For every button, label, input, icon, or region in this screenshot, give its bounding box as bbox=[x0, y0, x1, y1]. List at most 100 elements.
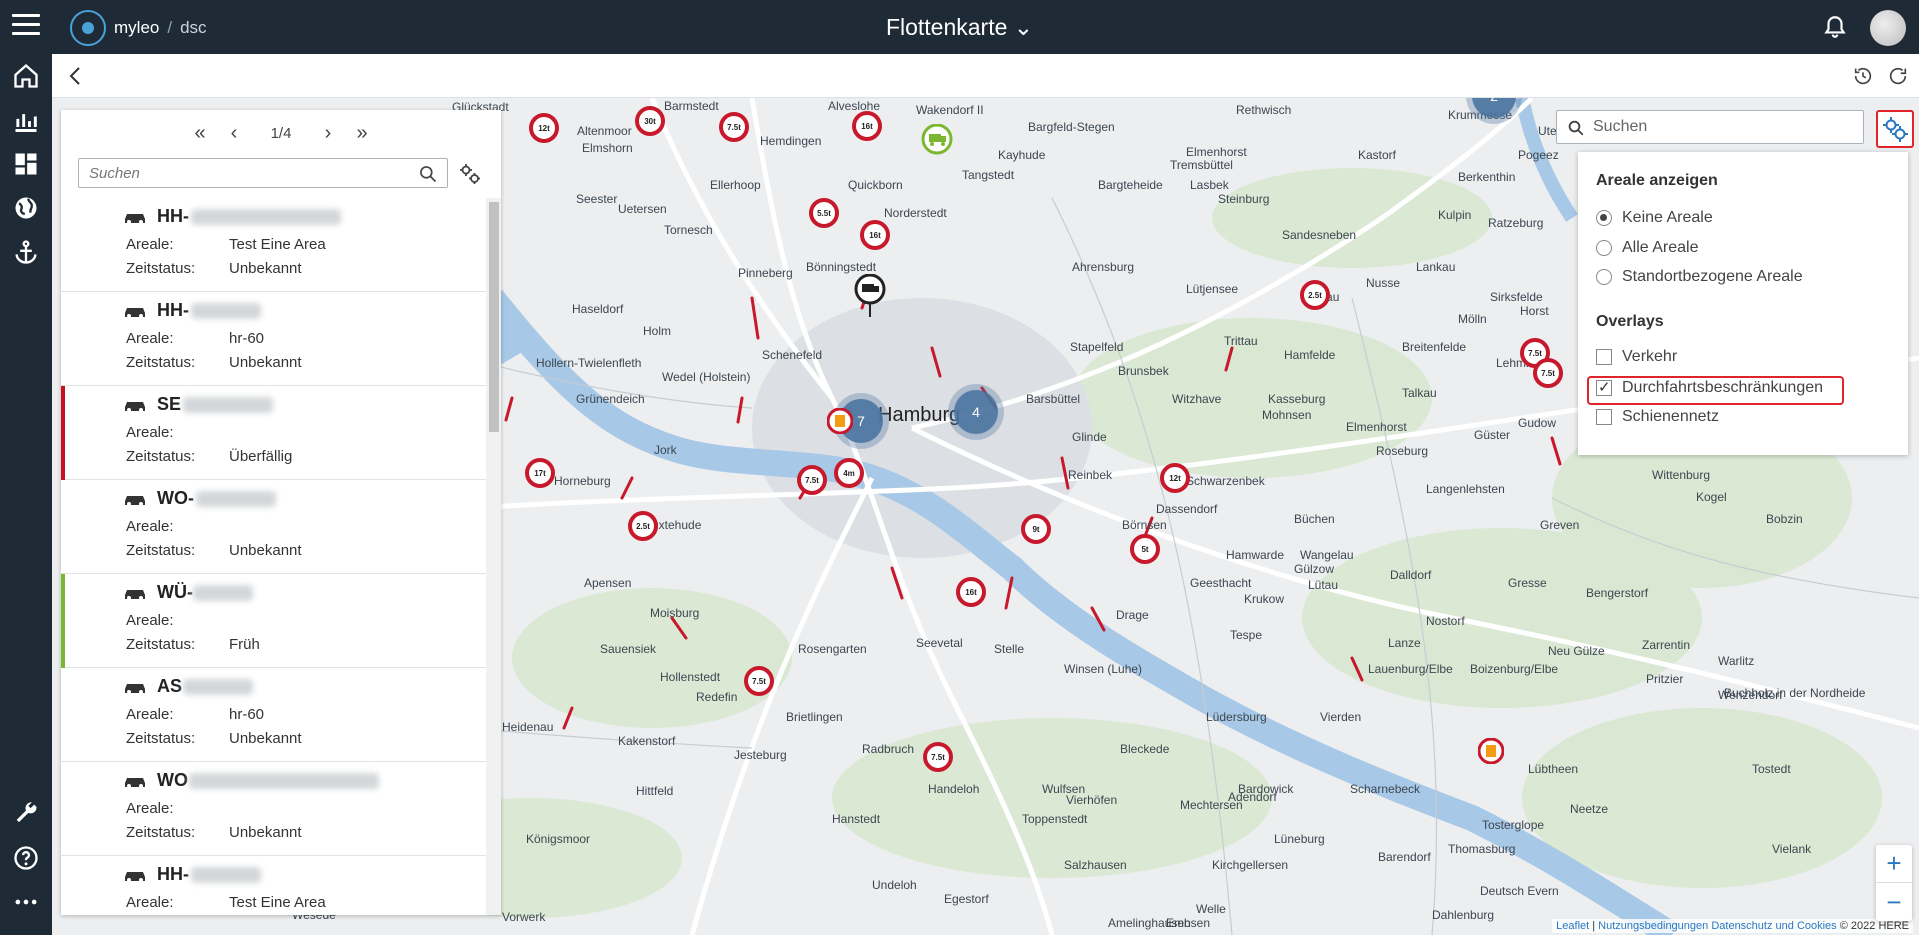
more-icon[interactable] bbox=[12, 888, 40, 916]
leaflet-link[interactable]: Leaflet bbox=[1556, 920, 1589, 932]
restriction-sign[interactable]: 4m bbox=[834, 458, 864, 488]
history-icon[interactable] bbox=[1852, 65, 1874, 87]
anchor-icon[interactable] bbox=[12, 238, 40, 266]
restriction-sign[interactable]: 9t bbox=[1021, 514, 1051, 544]
list-item[interactable]: SE Areale: Zeitstatus: Überfällig bbox=[61, 386, 486, 480]
privacy-link[interactable]: Datenschutz und Cookies bbox=[1711, 920, 1836, 932]
list-item[interactable]: HH- Areale: hr-60 Zeitstatus: Unbekannt bbox=[61, 292, 486, 386]
place-label: Nusse bbox=[1366, 276, 1401, 290]
radio-alle-areale[interactable]: Alle Areale bbox=[1596, 237, 1699, 259]
checkbox[interactable] bbox=[1596, 409, 1612, 425]
analytics-icon[interactable] bbox=[12, 106, 40, 134]
restriction-sign[interactable]: 30t bbox=[635, 106, 665, 136]
home-icon[interactable] bbox=[12, 62, 40, 90]
areale-label: Areale: bbox=[126, 706, 174, 723]
fuel-station-marker-icon[interactable] bbox=[827, 408, 853, 434]
zoom-out-button[interactable]: − bbox=[1876, 883, 1912, 921]
radio-keine-areale[interactable]: Keine Areale bbox=[1596, 207, 1713, 229]
zeitstatus-label: Zeitstatus: bbox=[126, 260, 196, 277]
place-label: Boizenburg/Elbe bbox=[1470, 662, 1559, 676]
list-item[interactable]: HH- Areale: Test Eine Area Zeitstatus: U… bbox=[61, 198, 486, 292]
next-page-button[interactable]: › bbox=[311, 118, 345, 148]
areale-heading: Areale anzeigen bbox=[1596, 172, 1718, 189]
checkbox[interactable] bbox=[1596, 349, 1612, 365]
avatar[interactable] bbox=[1870, 10, 1906, 46]
list-item[interactable]: AS Areale: hr-60 Zeitstatus: Unbekannt bbox=[61, 668, 486, 762]
plate-text: WO bbox=[157, 770, 188, 790]
radio-button[interactable] bbox=[1596, 210, 1612, 226]
restriction-sign[interactable]: 17t bbox=[525, 458, 555, 488]
globe-icon[interactable] bbox=[12, 194, 40, 222]
gear-icon[interactable] bbox=[458, 162, 482, 186]
restriction-sign[interactable]: 7.5t bbox=[797, 465, 827, 495]
fuel-station-marker-icon[interactable] bbox=[1478, 738, 1504, 764]
map-search-input[interactable] bbox=[1593, 111, 1861, 143]
restriction-sign[interactable]: 2.5t bbox=[628, 511, 658, 541]
restriction-sign[interactable]: 5.5t bbox=[809, 198, 839, 228]
list-item[interactable]: HH- Areale: Test Eine Area bbox=[61, 856, 486, 915]
truck-marker-green-icon[interactable] bbox=[920, 124, 954, 158]
restriction-sign[interactable]: 12t bbox=[529, 113, 559, 143]
reload-icon[interactable] bbox=[1887, 65, 1909, 87]
page-title-dropdown[interactable]: Flottenkarte ⌄ bbox=[886, 14, 1033, 40]
plate-redacted bbox=[183, 397, 273, 413]
back-chevron-icon[interactable] bbox=[64, 64, 88, 88]
restriction-sign[interactable]: 16t bbox=[852, 111, 882, 141]
prev-page-button[interactable]: ‹ bbox=[217, 118, 251, 148]
restriction-sign[interactable]: 16t bbox=[956, 577, 986, 607]
place-label: Talkau bbox=[1402, 386, 1437, 400]
radio-button[interactable] bbox=[1596, 240, 1612, 256]
plate-redacted bbox=[191, 209, 341, 225]
last-page-button[interactable]: » bbox=[345, 118, 379, 148]
radio-standortbezogene-areale[interactable]: Standortbezogene Areale bbox=[1596, 266, 1803, 288]
checkbox-schienennetz[interactable]: Schienennetz bbox=[1596, 406, 1719, 428]
map-attribution: Leaflet | Nutzungsbedingungen Datenschut… bbox=[1552, 919, 1913, 933]
place-label: Geesthacht bbox=[1190, 576, 1252, 590]
radio-button[interactable] bbox=[1596, 269, 1612, 285]
wrench-icon[interactable] bbox=[12, 800, 40, 828]
first-page-button[interactable]: « bbox=[183, 118, 217, 148]
brand-sub: dsc bbox=[180, 18, 207, 37]
plate-text: WO- bbox=[157, 488, 194, 508]
list-search-input[interactable] bbox=[78, 158, 448, 188]
list-scrollbar-thumb[interactable] bbox=[489, 202, 499, 432]
place-label: Uetersen bbox=[618, 202, 667, 216]
truck-marker-dark-icon[interactable] bbox=[853, 274, 887, 320]
vehicle-cluster[interactable]: 4 bbox=[954, 390, 998, 434]
list-item[interactable]: WO- Areale: Zeitstatus: Unbekannt bbox=[61, 480, 486, 574]
checkbox-durchfahrtsbeschraenkungen[interactable]: Durchfahrtsbeschränkungen bbox=[1596, 377, 1823, 399]
place-label: Gudow bbox=[1518, 416, 1557, 430]
place-label: Ellerhoop bbox=[710, 178, 761, 192]
checkbox-verkehr[interactable]: Verkehr bbox=[1596, 346, 1677, 368]
zeitstatus-label: Zeitstatus: bbox=[126, 448, 196, 465]
map-settings-gear-icon[interactable] bbox=[1876, 110, 1914, 148]
status-stripe bbox=[61, 668, 65, 762]
help-icon[interactable] bbox=[12, 844, 40, 872]
restriction-sign[interactable]: 2.5t bbox=[1300, 280, 1330, 310]
restriction-sign[interactable]: 5t bbox=[1130, 534, 1160, 564]
search-icon[interactable] bbox=[418, 164, 438, 184]
bell-icon[interactable] bbox=[1822, 14, 1848, 40]
list-item[interactable]: WO Areale: Zeitstatus: Unbekannt bbox=[61, 762, 486, 856]
dashboard-icon[interactable] bbox=[12, 150, 40, 178]
zoom-in-button[interactable]: + bbox=[1876, 845, 1912, 883]
checkbox[interactable] bbox=[1596, 378, 1612, 396]
restriction-sign[interactable]: 12t bbox=[1160, 463, 1190, 493]
brand[interactable]: myleo / dsc bbox=[70, 10, 207, 46]
place-label: Haseldorf bbox=[572, 302, 624, 316]
list-item[interactable]: WÜ- Areale: Zeitstatus: Früh bbox=[61, 574, 486, 668]
restriction-sign[interactable]: 16t bbox=[860, 220, 890, 250]
restriction-sign[interactable]: 7.5t bbox=[719, 112, 749, 142]
hamburger-menu-icon[interactable] bbox=[12, 14, 40, 38]
place-label: Gülzow bbox=[1294, 562, 1335, 576]
zeitstatus-value: Unbekannt bbox=[229, 542, 302, 559]
restriction-sign[interactable]: 7.5t bbox=[744, 666, 774, 696]
place-label: Welle bbox=[1196, 902, 1226, 916]
place-label: Elmenhorst bbox=[1186, 145, 1247, 159]
page-info: 1/4 bbox=[270, 124, 292, 142]
restriction-sign[interactable]: 7.5t bbox=[1533, 358, 1563, 388]
restriction-sign[interactable]: 7.5t bbox=[923, 742, 953, 772]
place-label: Gresse bbox=[1508, 576, 1547, 590]
place-label: Schwarzenbek bbox=[1186, 474, 1265, 488]
terms-link[interactable]: Nutzungsbedingungen bbox=[1598, 920, 1708, 932]
